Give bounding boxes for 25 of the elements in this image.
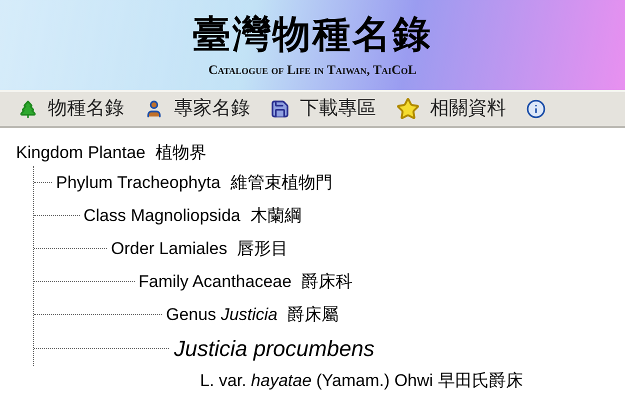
pine-tree-icon xyxy=(18,99,38,119)
chinese-name: 爵床科 xyxy=(302,270,353,293)
menu-item[interactable] xyxy=(526,99,546,119)
info-icon xyxy=(526,99,546,119)
taxon-name: Phylum Tracheophyta xyxy=(56,172,220,194)
chinese-name: 維管束植物門 xyxy=(230,172,332,194)
authority-text: L. var. hayatae (Yamam.) Ohwi xyxy=(200,370,434,392)
menu-item[interactable]: 相關資料 xyxy=(396,94,506,124)
chinese-name: 早田氏爵床 xyxy=(438,370,524,392)
taxon-name: Genus Justicia xyxy=(166,304,278,326)
menu-item[interactable]: 專家名錄 xyxy=(144,94,250,124)
menu-item[interactable]: 下載專區 xyxy=(270,94,376,124)
taxon-name: Kingdom Plantae xyxy=(16,142,146,164)
site-title: 臺灣物種名錄 xyxy=(192,10,432,58)
chinese-name: 唇形目 xyxy=(237,238,288,260)
chinese-name: 植物界 xyxy=(155,142,206,164)
chinese-name: 木蘭綱 xyxy=(250,204,302,227)
star-icon xyxy=(396,97,420,121)
menu-item[interactable]: 物種名錄 xyxy=(18,94,124,124)
taxon-name: Class Magnoliopsida xyxy=(84,204,240,227)
taxon-name: Order Lamiales xyxy=(111,238,228,260)
taxon-name: Family Acanthaceae xyxy=(138,270,292,293)
species-name: Justicia procumbens xyxy=(174,335,375,363)
chinese-name: 爵床屬 xyxy=(288,304,338,326)
site-subtitle: Catalogue of Life in Taiwan, TaiCoL xyxy=(208,61,417,80)
